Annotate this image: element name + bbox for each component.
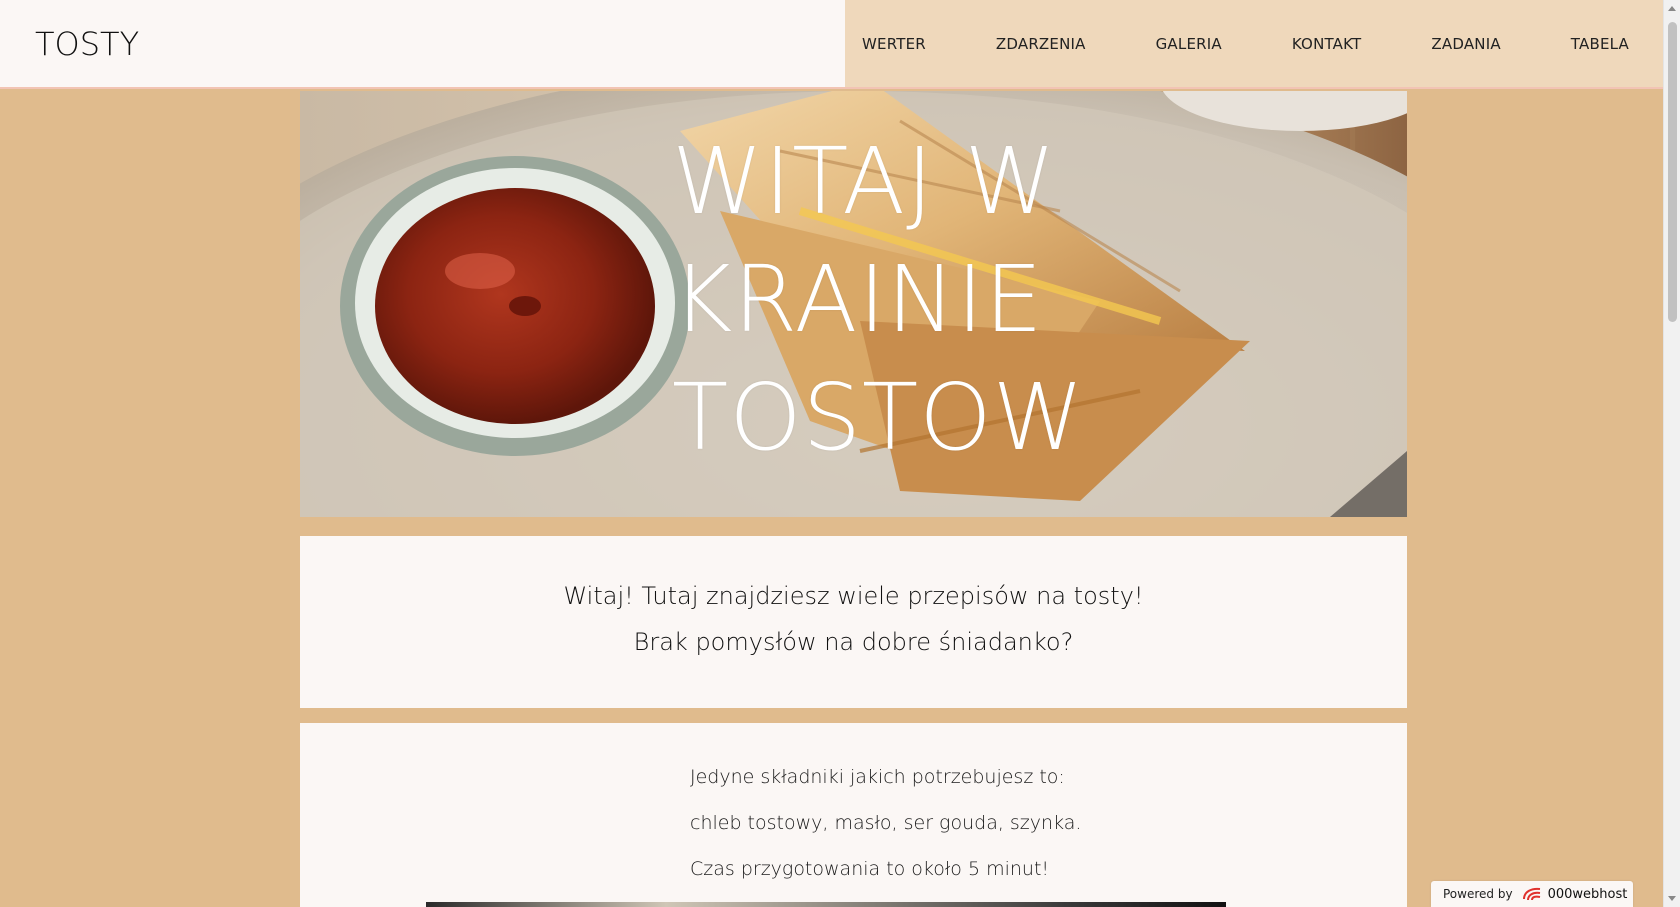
page: TOSTY WERTER ZDARZENIA GALERIA KONTAKT Z… [0,0,1680,907]
powered-by-badge[interactable]: Powered by 000webhost [1431,881,1633,907]
000webhost-brand: 000webhost [1547,886,1628,902]
recipe-image [426,902,1226,907]
vertical-scrollbar[interactable] [1663,0,1680,907]
hero-banner: WITAJ W KRAINIE TOSTOW [300,91,1407,517]
nav-link-zadania[interactable]: ZADANIA [1431,35,1500,53]
ingredients-card: Jedyne składniki jakich potrzebujesz to:… [300,723,1407,907]
nav-link-kontakt[interactable]: KONTAKT [1292,35,1362,53]
nav-link-tabela[interactable]: TABELA [1571,35,1629,53]
intro-card: Witaj! Tutaj znajdziesz wiele przepisów … [300,536,1407,708]
main-nav: WERTER ZDARZENIA GALERIA KONTAKT ZADANIA… [845,0,1663,87]
scroll-down-arrow-icon[interactable] [1668,896,1676,901]
ingredients-text: Jedyne składniki jakich potrzebujesz to:… [690,766,1190,904]
000webhost-logo-icon [1522,887,1540,901]
ingredients-line-3: Czas przygotowania to około 5 minut! [690,858,1050,880]
hero-title: WITAJ W KRAINIE TOSTOW [672,128,1085,471]
scroll-up-arrow-icon[interactable] [1668,6,1676,11]
intro-line-1: Witaj! Tutaj znajdziesz wiele przepisów … [563,582,1144,610]
site-logo[interactable]: TOSTY [0,0,845,87]
scrollbar-thumb[interactable] [1668,22,1677,322]
nav-link-werter[interactable]: WERTER [862,35,926,53]
ingredients-line-1: Jedyne składniki jakich potrzebujesz to: [690,766,1065,788]
site-header: TOSTY WERTER ZDARZENIA GALERIA KONTAKT Z… [0,0,1663,89]
powered-by-label: Powered by [1443,887,1513,901]
ingredients-line-2: chleb tostowy, masło, ser gouda, szynka. [690,812,1082,834]
nav-link-zdarzenia[interactable]: ZDARZENIA [996,35,1086,53]
nav-link-galeria[interactable]: GALERIA [1156,35,1222,53]
intro-line-2: Brak pomysłów na dobre śniadanko? [633,628,1074,656]
